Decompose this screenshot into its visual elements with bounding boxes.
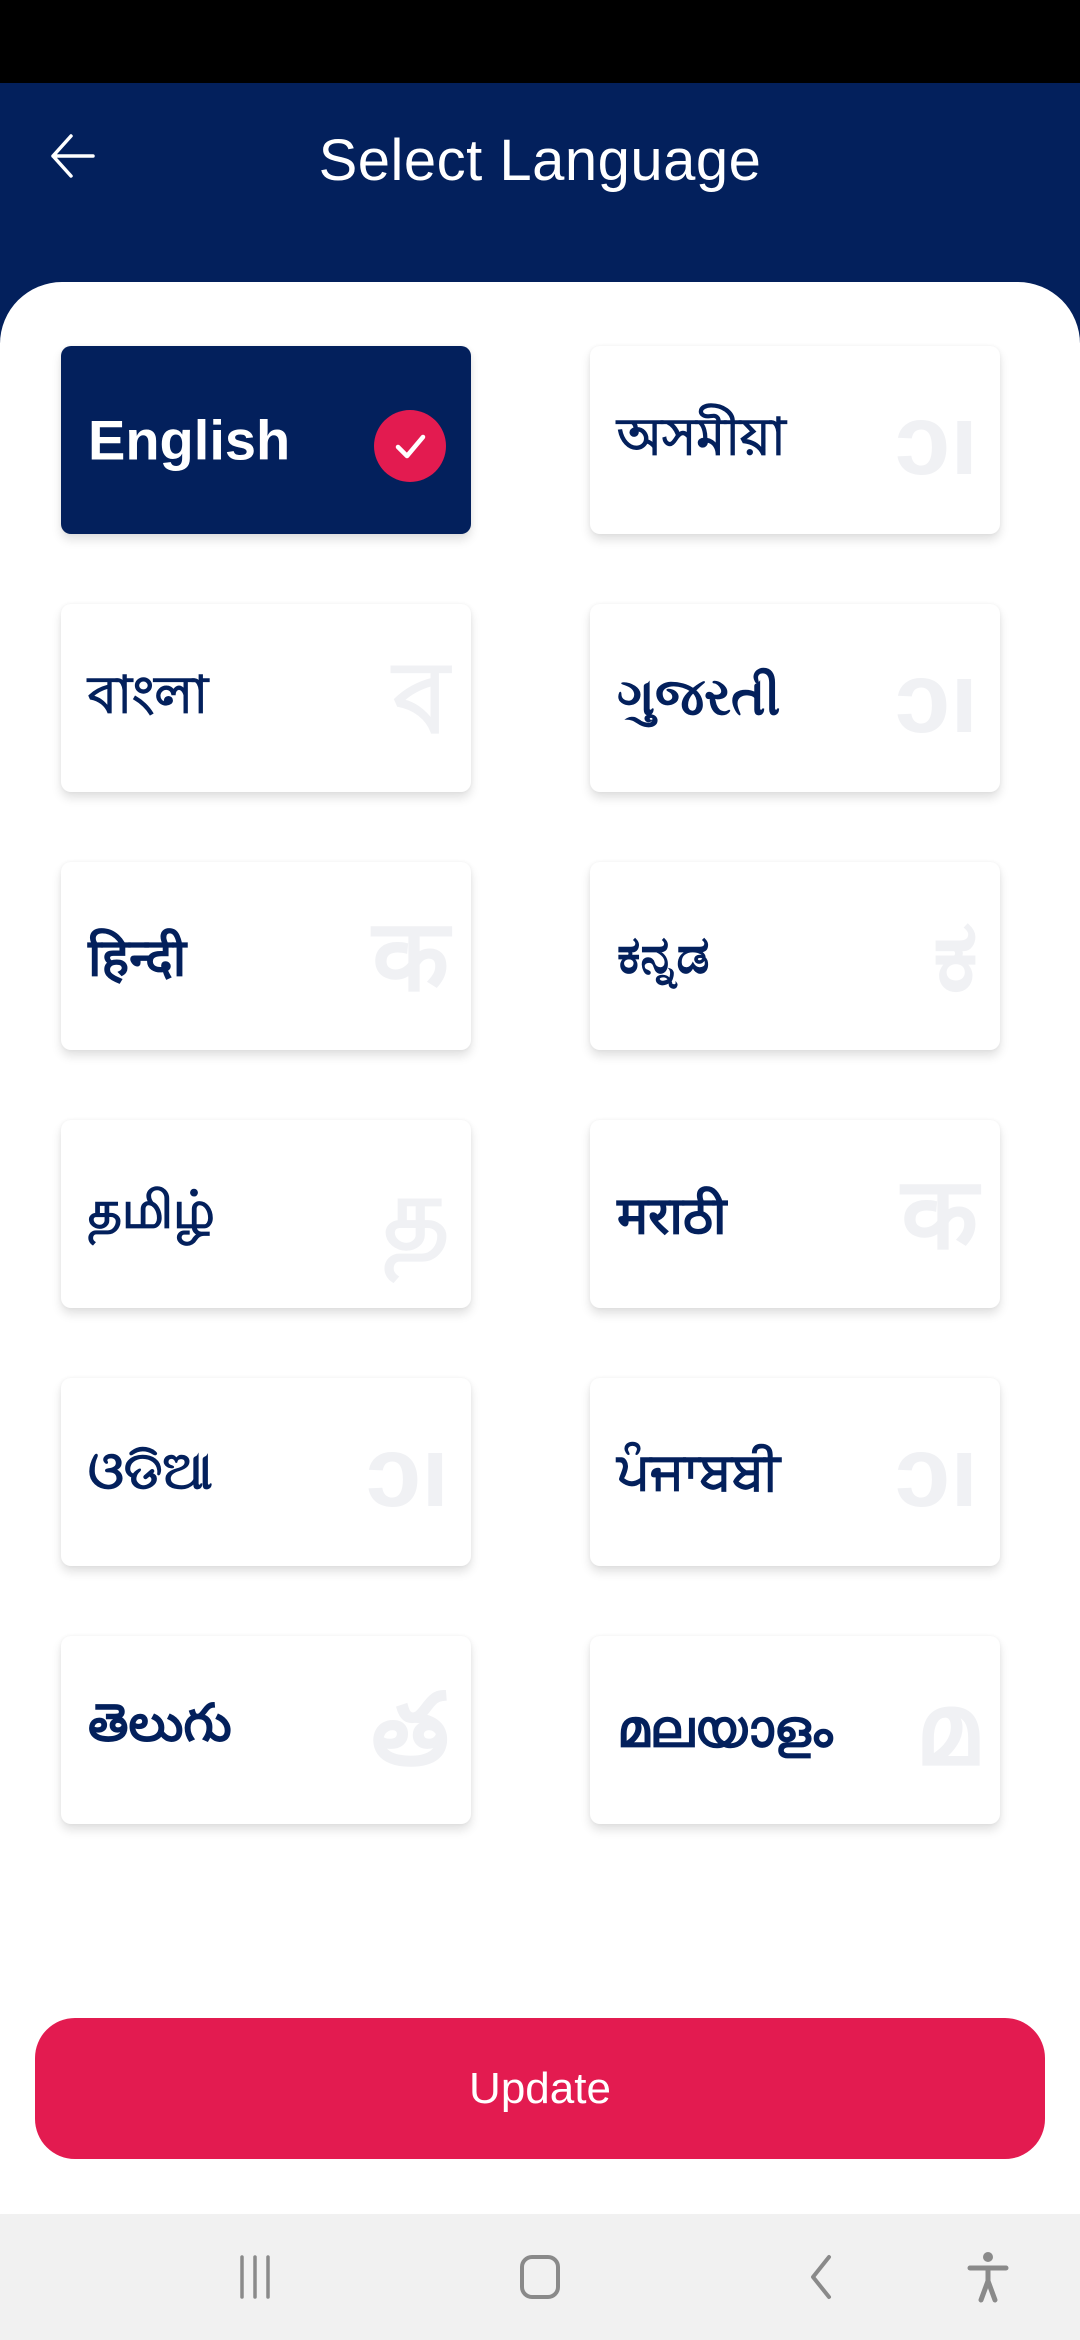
language-label: ଓଡିଆ [88,1442,213,1501]
language-card[interactable]: ɔı ଓଡିଆ [61,1378,471,1566]
script-watermark-icon: ɔı [894,642,978,754]
recent-apps-icon [240,2255,270,2299]
home-button[interactable] [500,2244,580,2310]
script-watermark-icon: ɔı [365,1416,449,1528]
language-label: English [88,408,291,472]
update-button[interactable]: Update [35,2018,1045,2159]
language-label: मराठी [617,1187,727,1246]
language-card[interactable]: English [61,346,471,534]
language-card[interactable]: ɔı ਪੰਜਾਬਬੀ [590,1378,1000,1566]
script-watermark-icon: ɔı [894,1416,978,1528]
script-watermark-icon: த [383,1158,449,1270]
language-card[interactable]: ব বাংলা [61,604,471,792]
language-card[interactable]: த தமிழ் [61,1120,471,1308]
script-watermark-icon: ಕ [933,900,978,1012]
checkmark-icon [395,434,426,459]
system-nav-bar [0,2214,1080,2340]
script-watermark-icon: क [901,1158,978,1270]
home-icon [520,2255,560,2299]
script-watermark-icon: ব [393,642,449,754]
language-card[interactable]: ɔı অসমীয়া [590,346,1000,534]
script-watermark-icon: త [371,1674,449,1786]
language-card[interactable]: ಕ ಕನ್ನಡ [590,862,1000,1050]
script-watermark-icon: ɔı [894,384,978,496]
language-label: বাংলা [88,666,209,725]
language-label: ಕನ್ನಡ [617,926,710,985]
language-card[interactable]: മ മലയാളം [590,1636,1000,1824]
check-circle-icon [374,410,446,482]
language-label: తెలుగు [88,1694,232,1753]
script-watermark-icon: क [372,900,449,1012]
language-card[interactable]: क हिन्दी [61,862,471,1050]
language-label: മലയാളം [617,1700,833,1759]
language-label: தமிழ் [88,1181,215,1240]
language-label: ગુજરતી [617,668,781,727]
accessibility-icon [967,2252,1009,2303]
back-nav-button[interactable] [780,2244,860,2310]
recent-apps-button[interactable] [215,2244,295,2310]
language-card[interactable]: త తెలుగు [61,1636,471,1824]
language-label: हिन्दी [88,929,187,988]
language-label: অসমীয়া [617,408,786,467]
status-bar [0,0,1080,83]
language-label: ਪੰਜਾਬਬੀ [617,1442,780,1501]
language-card[interactable]: क मराठी [590,1120,1000,1308]
back-icon [811,2255,831,2299]
accessibility-button[interactable] [948,2244,1028,2310]
page-title: Select Language [318,128,762,193]
script-watermark-icon: മ [915,1674,978,1786]
language-card[interactable]: ɔı ગુજરતી [590,604,1000,792]
